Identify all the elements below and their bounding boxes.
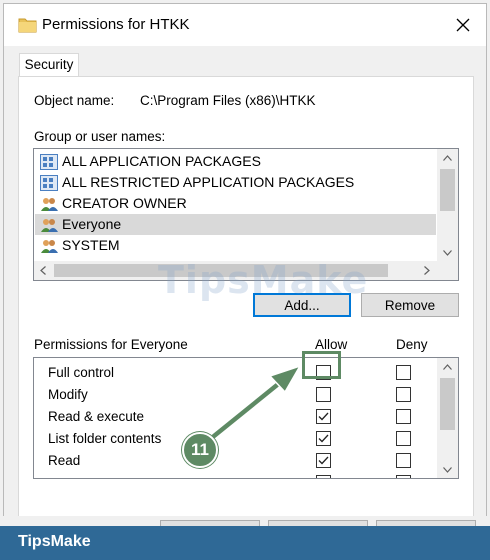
checkmark-icon: [318, 434, 329, 443]
scrollbar-thumb[interactable]: [440, 169, 455, 211]
permission-name: Full control: [48, 365, 115, 380]
list-item[interactable]: ALL APPLICATION PACKAGES: [35, 151, 436, 172]
permission-row: List folder contents: [34, 428, 436, 450]
close-icon: [456, 18, 470, 32]
scroll-left-button[interactable]: [34, 261, 52, 280]
chevron-up-icon: [443, 363, 452, 370]
list-item-label: CREATOR OWNER: [62, 195, 187, 211]
permission-row: Read & execute: [34, 406, 436, 428]
scrollbar-thumb[interactable]: [440, 378, 455, 430]
tab-security[interactable]: Security: [19, 53, 79, 77]
chevron-right-icon: [424, 266, 430, 275]
checkmark-icon: [318, 412, 329, 421]
tab-strip: Security: [4, 46, 486, 77]
permission-name: Read: [48, 453, 81, 468]
brand-label: TipsMake: [18, 533, 91, 550]
list-item-label: Everyone: [62, 216, 122, 232]
security-panel: Object name: C:\Program Files (x86)\HTKK…: [18, 76, 474, 526]
users-icon: [41, 198, 58, 211]
group-names-label: Group or user names:: [34, 129, 166, 144]
read-execute-allow-checkbox[interactable]: [316, 409, 331, 424]
object-name-label: Object name:: [34, 93, 115, 108]
list-item[interactable]: Everyone: [35, 214, 436, 235]
full-control-deny-checkbox[interactable]: [396, 365, 411, 380]
scroll-down-button[interactable]: [437, 244, 458, 261]
title-bar: Permissions for HTKK: [4, 4, 486, 46]
group-list-horizontal-scrollbar[interactable]: [34, 261, 458, 280]
scroll-up-button[interactable]: [437, 358, 458, 375]
modify-deny-checkbox[interactable]: [396, 387, 411, 402]
brand-bar: TipsMake: [0, 526, 490, 560]
deny-column-header: Deny: [396, 337, 428, 352]
list-item-label: ALL APPLICATION PACKAGES: [62, 153, 261, 169]
window-title: Permissions for HTKK: [42, 16, 190, 33]
close-button[interactable]: [440, 4, 486, 46]
modify-allow-checkbox[interactable]: [316, 387, 331, 402]
permissions-scrollbar[interactable]: [437, 358, 458, 478]
remove-button[interactable]: Remove: [361, 293, 459, 317]
permission-name: Modify: [48, 387, 88, 402]
list-item[interactable]: SYSTEM: [35, 235, 436, 256]
checkmark-icon: [318, 456, 329, 465]
scroll-up-button[interactable]: [437, 149, 458, 166]
permissions-header: Permissions for Everyone: [34, 337, 188, 352]
users-icon: [41, 219, 58, 232]
chevron-up-icon: [443, 154, 452, 161]
permission-row: Modify: [34, 384, 436, 406]
group-list-vertical-scrollbar[interactable]: [437, 149, 458, 261]
scroll-down-button[interactable]: [437, 461, 458, 478]
step-badge: 11: [182, 432, 218, 468]
scrollbar-thumb[interactable]: [54, 264, 388, 277]
chevron-down-icon: [443, 249, 452, 256]
permission-row: Read: [34, 450, 436, 472]
read-deny-checkbox[interactable]: [396, 453, 411, 468]
add-button[interactable]: Add...: [253, 293, 351, 317]
list-item-label: ALL RESTRICTED APPLICATION PACKAGES: [62, 174, 355, 190]
app-package-icon: [40, 154, 58, 170]
list-folder-deny-checkbox[interactable]: [396, 431, 411, 446]
list-item[interactable]: CREATOR OWNER: [35, 193, 436, 214]
permission-row-partial: [34, 472, 436, 478]
chevron-left-icon: [40, 266, 46, 275]
users-icon: [41, 240, 58, 253]
list-item[interactable]: ALL RESTRICTED APPLICATION PACKAGES: [35, 172, 436, 193]
permission-name: Read & execute: [48, 409, 145, 424]
permission-row: Full control: [34, 362, 436, 384]
object-name-value: C:\Program Files (x86)\HTKK: [140, 93, 316, 108]
partial-deny-checkbox[interactable]: [396, 475, 411, 478]
folder-icon: [18, 18, 37, 33]
permissions-list: Full control Modify Read & execute List …: [33, 357, 459, 479]
app-package-icon: [40, 175, 58, 191]
permissions-dialog: Permissions for HTKK Security Object nam…: [3, 3, 487, 526]
scroll-right-button[interactable]: [418, 261, 436, 280]
read-allow-checkbox[interactable]: [316, 453, 331, 468]
permission-name: List folder contents: [48, 431, 162, 446]
chevron-down-icon: [443, 466, 452, 473]
partial-allow-checkbox[interactable]: [316, 475, 331, 478]
list-item-label: SYSTEM: [62, 237, 120, 253]
full-control-allow-checkbox[interactable]: [316, 365, 331, 380]
read-execute-deny-checkbox[interactable]: [396, 409, 411, 424]
group-user-list[interactable]: ALL APPLICATION PACKAGES ALL RESTRICTED …: [33, 148, 459, 281]
allow-column-header: Allow: [315, 337, 348, 352]
list-folder-allow-checkbox[interactable]: [316, 431, 331, 446]
